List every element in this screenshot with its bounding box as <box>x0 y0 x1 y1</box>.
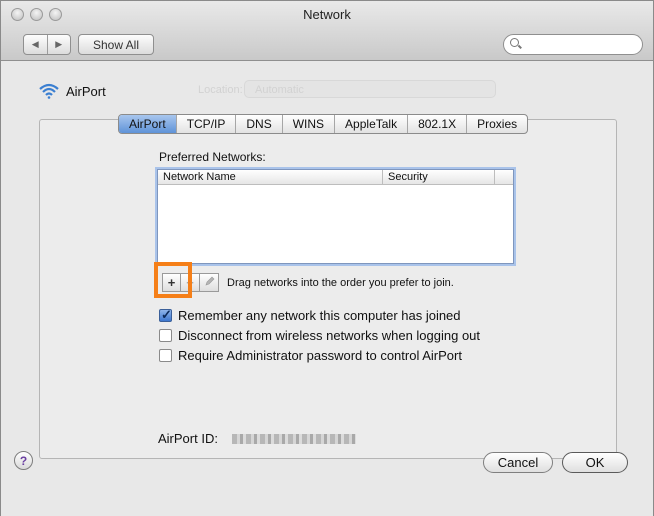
window-title: Network <box>303 7 351 22</box>
add-button-highlight <box>154 262 192 298</box>
table-header: Network Name Security <box>158 170 513 185</box>
column-network-name[interactable]: Network Name <box>158 170 383 184</box>
cancel-button[interactable]: Cancel <box>483 452 553 473</box>
location-value: Automatic <box>255 84 304 96</box>
network-window: Network ◀ ▶ Show All AirPort Location: A… <box>0 0 654 516</box>
wifi-icon <box>38 83 60 99</box>
tab-dns[interactable]: DNS <box>235 115 281 133</box>
option-remember-networks[interactable]: Remember any network this computer has j… <box>159 305 480 325</box>
require-admin-checkbox[interactable] <box>159 348 172 362</box>
location-label: Location: <box>198 84 243 96</box>
airport-id-label: AirPort ID: <box>158 431 218 446</box>
option-label: Require Administrator password to contro… <box>178 347 462 363</box>
tab-tcp-ip[interactable]: TCP/IP <box>175 115 236 133</box>
network-list-controls: + − Drag networks into the order you pre… <box>162 273 454 292</box>
airport-options: Remember any network this computer has j… <box>159 305 480 365</box>
option-disconnect-on-logout[interactable]: Disconnect from wireless networks when l… <box>159 325 480 345</box>
tab-wins[interactable]: WINS <box>281 115 334 133</box>
airport-id-row: AirPort ID: <box>158 431 356 446</box>
search-icon <box>510 38 519 47</box>
preferred-networks-label: Preferred Networks: <box>159 150 266 164</box>
drag-hint-text: Drag networks into the order you prefer … <box>227 276 454 289</box>
search-field[interactable] <box>503 34 643 55</box>
option-require-admin[interactable]: Require Administrator password to contro… <box>159 345 480 365</box>
ok-button[interactable]: OK <box>562 452 628 473</box>
help-button[interactable]: ? <box>14 451 33 470</box>
forward-arrow-icon[interactable]: ▶ <box>46 35 71 54</box>
back-arrow-icon[interactable]: ◀ <box>24 35 47 54</box>
tab-802-1x[interactable]: 802.1X <box>407 115 466 133</box>
interface-name: AirPort <box>66 83 106 99</box>
tab-appletalk[interactable]: AppleTalk <box>334 115 407 133</box>
edit-network-button[interactable] <box>200 273 219 292</box>
preferences-content: AirPort Location: Automatic AirPort TCP/… <box>1 62 653 516</box>
tab-proxies[interactable]: Proxies <box>466 115 527 133</box>
back-forward-control: ◀ ▶ <box>23 34 71 55</box>
show-all-button[interactable]: Show All <box>78 34 154 55</box>
title-bar: Network ◀ ▶ Show All <box>1 1 653 61</box>
option-label: Disconnect from wireless networks when l… <box>178 327 481 343</box>
column-spacer <box>495 170 513 184</box>
options-tab-bar: AirPort TCP/IP DNS WINS AppleTalk 802.1X… <box>118 114 529 134</box>
column-security[interactable]: Security <box>383 170 495 184</box>
option-label: Remember any network this computer has j… <box>178 307 461 323</box>
interface-header: AirPort <box>38 83 106 99</box>
pencil-icon <box>204 275 215 290</box>
remember-networks-checkbox[interactable] <box>159 307 172 323</box>
tab-airport[interactable]: AirPort <box>119 115 176 133</box>
disconnect-on-logout-checkbox[interactable] <box>159 328 172 342</box>
airport-id-value-redacted <box>231 433 356 444</box>
preferred-networks-table[interactable]: Network Name Security <box>157 169 514 264</box>
